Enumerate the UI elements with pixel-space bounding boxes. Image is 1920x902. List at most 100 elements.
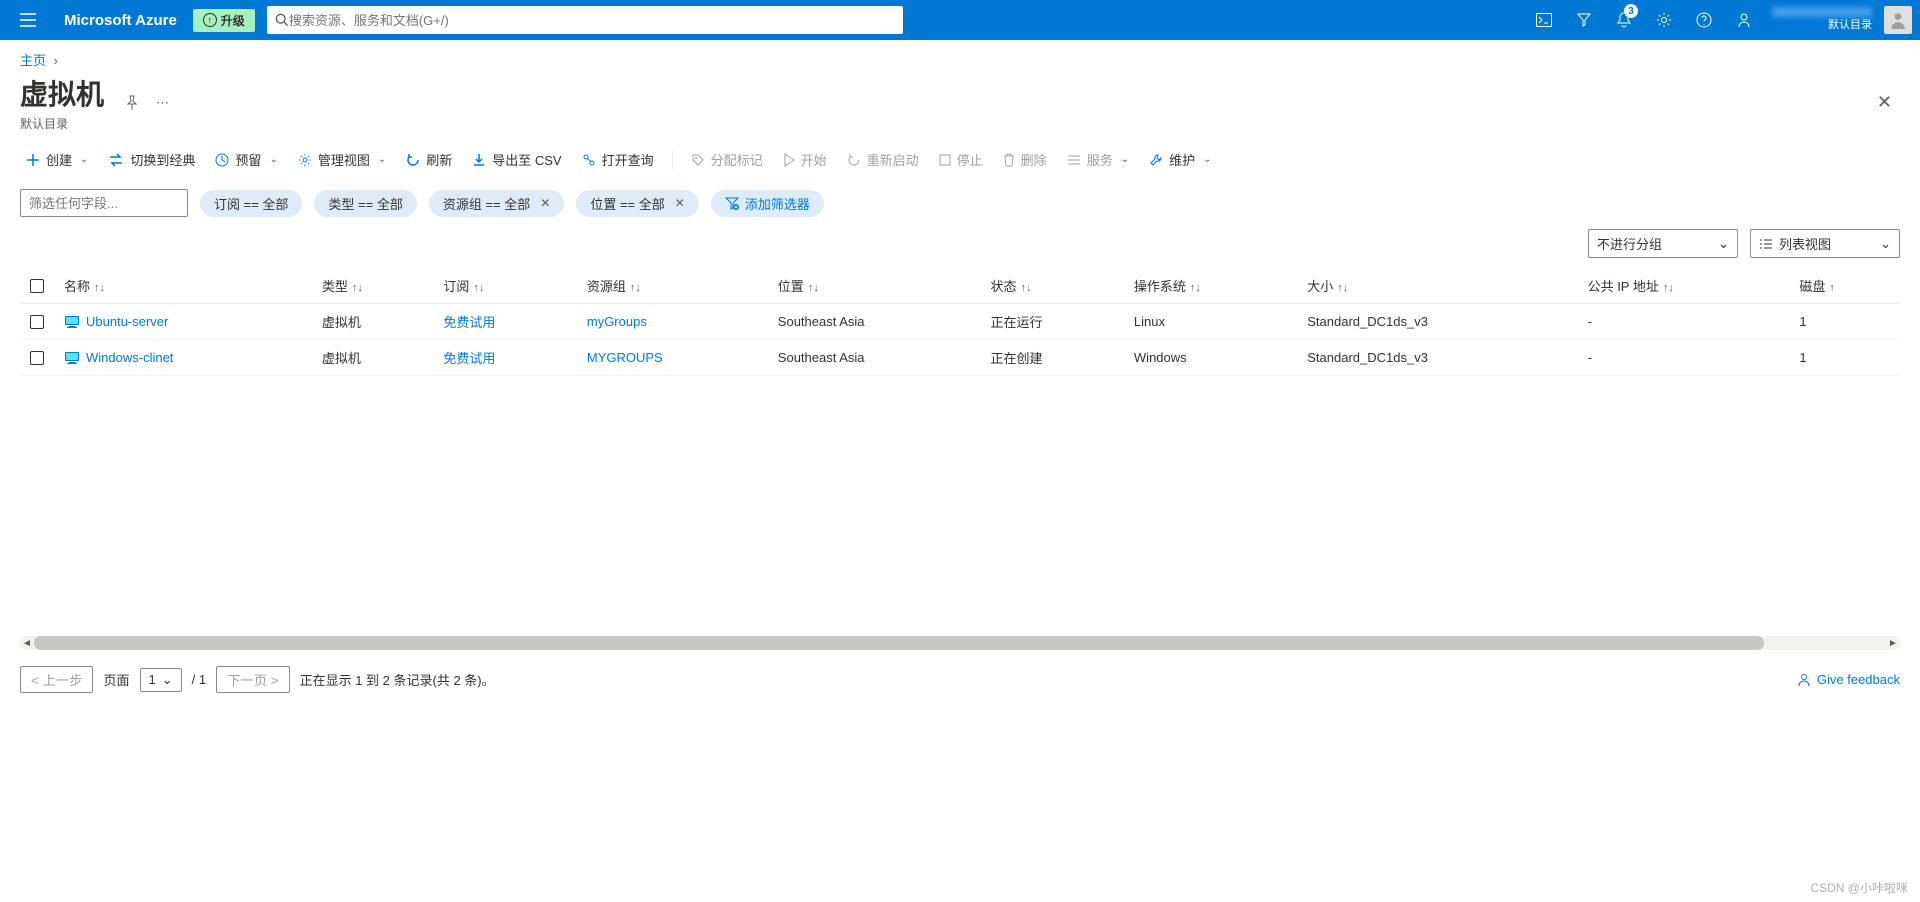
search-icon bbox=[275, 13, 289, 27]
filter-input[interactable] bbox=[20, 189, 188, 217]
upgrade-button[interactable]: ↑ 升级 bbox=[193, 9, 255, 32]
filter-row: 订阅 == 全部 类型 == 全部 资源组 == 全部✕ 位置 == 全部✕ 添… bbox=[0, 183, 1920, 223]
cell-size: Standard_DC1ds_v3 bbox=[1297, 340, 1577, 376]
notifications-icon[interactable]: 3 bbox=[1604, 0, 1644, 40]
account-info[interactable]: 默认目录 bbox=[1764, 7, 1880, 32]
list-icon bbox=[1759, 238, 1773, 250]
search-bar[interactable] bbox=[267, 6, 904, 34]
filter-subscription[interactable]: 订阅 == 全部 bbox=[200, 190, 302, 217]
directory-filter-icon[interactable] bbox=[1564, 0, 1604, 40]
close-icon[interactable]: ✕ bbox=[675, 196, 685, 210]
upgrade-icon: ↑ bbox=[203, 13, 217, 27]
help-icon[interactable] bbox=[1684, 0, 1724, 40]
breadcrumb-home[interactable]: 主页 bbox=[20, 53, 46, 68]
settings-icon[interactable] bbox=[1644, 0, 1684, 40]
cell-os: Linux bbox=[1124, 304, 1297, 340]
export-csv-button[interactable]: 导出至 CSV bbox=[466, 146, 567, 173]
col-location[interactable]: 位置↑↓ bbox=[768, 268, 981, 304]
create-button[interactable]: 创建⌄ bbox=[20, 146, 94, 173]
close-icon[interactable]: ✕ bbox=[1869, 84, 1900, 121]
table-row[interactable]: Ubuntu-server 虚拟机免费试用 myGroups Southeast As… bbox=[20, 304, 1900, 340]
scroll-right-icon[interactable]: ► bbox=[1886, 636, 1900, 650]
col-subscription[interactable]: 订阅↑↓ bbox=[433, 268, 576, 304]
filter-location[interactable]: 位置 == 全部✕ bbox=[576, 190, 698, 217]
open-query-button[interactable]: 打开查询 bbox=[576, 146, 660, 173]
feedback-icon[interactable] bbox=[1724, 0, 1764, 40]
page-title: 虚拟机 bbox=[20, 73, 104, 113]
group-by-dropdown[interactable]: 不进行分组⌄ bbox=[1588, 229, 1738, 258]
page-label: 页面 bbox=[103, 670, 129, 689]
col-resource-group[interactable]: 资源组↑↓ bbox=[577, 268, 768, 304]
directory-label: 默认目录 bbox=[1828, 19, 1872, 32]
cloud-shell-icon[interactable] bbox=[1524, 0, 1564, 40]
vm-icon bbox=[64, 315, 80, 329]
select-all-checkbox[interactable] bbox=[30, 279, 44, 293]
cell-location: Southeast Asia bbox=[768, 304, 981, 340]
brand-label[interactable]: Microsoft Azure bbox=[48, 12, 193, 29]
chevron-down-icon: ⌄ bbox=[1718, 236, 1729, 252]
scroll-thumb[interactable] bbox=[34, 636, 1764, 650]
col-status[interactable]: 状态↑↓ bbox=[980, 268, 1123, 304]
subscription-link[interactable]: 免费试用 bbox=[443, 315, 495, 330]
delete-button: 删除 bbox=[997, 146, 1053, 173]
col-size[interactable]: 大小↑↓ bbox=[1297, 268, 1577, 304]
col-type[interactable]: 类型↑↓ bbox=[312, 268, 434, 304]
vm-name-link[interactable]: Windows-clinet bbox=[86, 350, 173, 365]
pin-icon[interactable] bbox=[124, 95, 140, 111]
refresh-button[interactable]: 刷新 bbox=[400, 146, 458, 173]
reserve-button[interactable]: 预留⌄ bbox=[209, 146, 283, 173]
watermark: CSDN @小咔啦咪 bbox=[1810, 879, 1908, 896]
notification-badge: 3 bbox=[1624, 4, 1638, 18]
col-os[interactable]: 操作系统↑↓ bbox=[1124, 268, 1297, 304]
page-subtitle: 默认目录 bbox=[20, 115, 104, 132]
feedback-person-icon bbox=[1797, 673, 1811, 687]
table-row[interactable]: Windows-clinet虚拟机免费试用MYGROUPSSoutheast A… bbox=[20, 340, 1900, 376]
vm-name-link[interactable]: Ubuntu-server bbox=[86, 314, 168, 329]
col-name[interactable]: 名称↑↓ bbox=[54, 268, 312, 304]
header-actions: 3 默认目录 bbox=[1524, 0, 1912, 40]
subscription-link[interactable]: 免费试用 bbox=[443, 351, 495, 366]
assign-tags-button: 分配标记 bbox=[685, 146, 769, 173]
cell-status: 正在运行 bbox=[980, 304, 1123, 340]
close-icon[interactable]: ✕ bbox=[540, 196, 550, 210]
cell-status: 正在创建 bbox=[980, 340, 1123, 376]
manage-view-button[interactable]: 管理视图⌄ bbox=[292, 146, 392, 173]
switch-classic-button[interactable]: 切换到经典 bbox=[102, 146, 201, 173]
give-feedback-link[interactable]: Give feedback bbox=[1797, 672, 1900, 687]
scroll-left-icon[interactable]: ◄ bbox=[20, 636, 34, 650]
more-icon[interactable]: ⋯ bbox=[156, 95, 169, 111]
menu-icon[interactable] bbox=[8, 0, 48, 40]
title-row: 虚拟机 默认目录 ⋯ ✕ bbox=[0, 73, 1920, 132]
cell-disks: 1 bbox=[1789, 340, 1900, 376]
view-controls: 不进行分组⌄ 列表视图 ⌄ bbox=[0, 223, 1920, 268]
next-page-button[interactable]: 下一页 > bbox=[216, 666, 289, 693]
page-select[interactable]: 1⌄ bbox=[140, 668, 182, 692]
pager-summary: 正在显示 1 到 2 条记录(共 2 条)。 bbox=[300, 670, 495, 689]
upgrade-label: 升级 bbox=[221, 12, 245, 29]
horizontal-scrollbar[interactable]: ◄ ► bbox=[20, 636, 1900, 650]
cell-disks: 1 bbox=[1789, 304, 1900, 340]
top-header: Microsoft Azure ↑ 升级 3 默认目录 bbox=[0, 0, 1920, 40]
cell-os: Windows bbox=[1124, 340, 1297, 376]
resource-group-link[interactable]: myGroups bbox=[587, 314, 647, 329]
avatar[interactable] bbox=[1884, 6, 1912, 34]
vm-icon bbox=[64, 351, 80, 365]
services-button: 服务⌄ bbox=[1061, 146, 1135, 173]
vm-table: 名称↑↓ 类型↑↓ 订阅↑↓ 资源组↑↓ 位置↑↓ 状态↑↓ 操作系统↑↓ 大小… bbox=[0, 268, 1920, 376]
filter-resource-group[interactable]: 资源组 == 全部✕ bbox=[429, 190, 564, 217]
row-checkbox[interactable] bbox=[30, 351, 44, 365]
maintenance-button[interactable]: 维护⌄ bbox=[1143, 146, 1217, 173]
add-filter-button[interactable]: 添加筛选器 bbox=[711, 190, 824, 217]
search-input[interactable] bbox=[289, 13, 896, 28]
cell-location: Southeast Asia bbox=[768, 340, 981, 376]
cell-size: Standard_DC1ds_v3 bbox=[1297, 304, 1577, 340]
prev-page-button[interactable]: < 上一步 bbox=[20, 666, 93, 693]
col-disks[interactable]: 磁盘↑ bbox=[1789, 268, 1900, 304]
restart-button: 重新启动 bbox=[841, 146, 925, 173]
col-public-ip[interactable]: 公共 IP 地址↑↓ bbox=[1578, 268, 1790, 304]
filter-type[interactable]: 类型 == 全部 bbox=[314, 190, 416, 217]
view-layout-dropdown[interactable]: 列表视图 ⌄ bbox=[1750, 229, 1900, 258]
resource-group-link[interactable]: MYGROUPS bbox=[587, 350, 663, 365]
cell-type: 虚拟机 bbox=[312, 304, 434, 340]
row-checkbox[interactable] bbox=[30, 315, 44, 329]
